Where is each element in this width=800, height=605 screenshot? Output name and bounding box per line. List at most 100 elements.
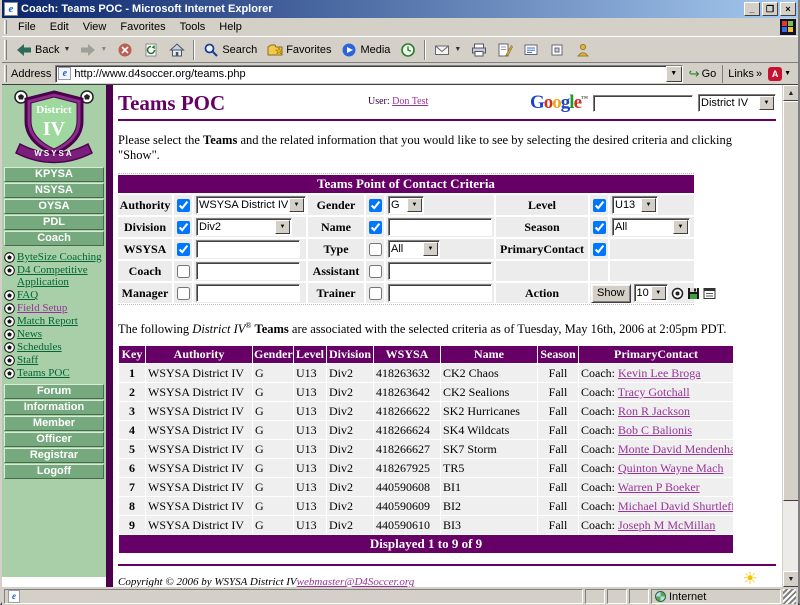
- sidebar-link-bytesize-coaching[interactable]: ByteSize Coaching: [17, 251, 102, 263]
- authority-select[interactable]: WSYSA District IV▼: [196, 196, 306, 214]
- scroll-up-icon[interactable]: ▲: [783, 85, 798, 101]
- menu-file[interactable]: File: [11, 19, 43, 35]
- contact-link[interactable]: Monte David Mendenhall: [618, 442, 733, 456]
- type-checkbox[interactable]: [369, 243, 382, 256]
- resize-grip[interactable]: [783, 589, 796, 604]
- sidebar-item-oysa[interactable]: OYSA: [4, 199, 104, 214]
- webmaster-link[interactable]: webmaster@D4Soccer.org: [297, 576, 415, 587]
- toolbar-home-button[interactable]: [164, 38, 190, 62]
- trainer-input[interactable]: [388, 284, 492, 302]
- toolbar-discuss-button[interactable]: [518, 38, 544, 62]
- level-select[interactable]: U13▼: [612, 196, 658, 214]
- scroll-down-icon[interactable]: ▼: [783, 571, 798, 587]
- toolbar-print-button[interactable]: [466, 38, 492, 62]
- primarycontact-checkbox[interactable]: [593, 243, 606, 256]
- toolbar-search-button[interactable]: Search: [198, 38, 262, 62]
- contact-link[interactable]: Tracy Gotchall: [618, 385, 690, 399]
- wsysa-checkbox[interactable]: [177, 243, 190, 256]
- address-dropdown-icon[interactable]: ▼: [666, 66, 682, 82]
- season-checkbox[interactable]: [593, 221, 606, 234]
- contact-link[interactable]: Warren P Boeker: [618, 480, 700, 494]
- sidebar-link-staff[interactable]: Staff: [17, 354, 38, 366]
- season-select[interactable]: All▼: [612, 218, 690, 236]
- sidebar-item-kpysa[interactable]: KPYSA: [4, 167, 104, 182]
- close-button[interactable]: ×: [780, 2, 796, 16]
- sidebar-link-faq[interactable]: FAQ: [17, 289, 38, 301]
- manager-input[interactable]: [196, 284, 300, 302]
- contact-link[interactable]: Ron R Jackson: [618, 404, 690, 418]
- address-input[interactable]: [74, 67, 665, 81]
- wsysa-input[interactable]: [196, 240, 300, 258]
- minimize-button[interactable]: _: [744, 2, 760, 16]
- toolbar-messenger-button[interactable]: [570, 38, 596, 62]
- assistant-input[interactable]: [388, 262, 492, 280]
- contact-link[interactable]: Michael David Shurtleff: [618, 499, 733, 513]
- division-select[interactable]: Div2▼: [196, 218, 292, 236]
- contact-link[interactable]: Bob C Balionis: [618, 423, 692, 437]
- show-button[interactable]: Show: [591, 284, 631, 303]
- toolbar-favorites-button[interactable]: Favorites: [262, 38, 336, 62]
- coach-checkbox[interactable]: [177, 265, 190, 278]
- authority-checkbox[interactable]: [177, 199, 190, 212]
- toolbar-forward-button[interactable]: ▼: [75, 38, 112, 62]
- level-checkbox[interactable]: [593, 199, 606, 212]
- sidebar-item-information[interactable]: Information: [4, 400, 104, 415]
- name-checkbox[interactable]: [369, 221, 382, 234]
- menu-help[interactable]: Help: [212, 19, 249, 35]
- sidebar-item-officer[interactable]: Officer: [4, 432, 104, 447]
- radio-mode-icon[interactable]: [671, 287, 684, 300]
- menu-view[interactable]: View: [76, 19, 114, 35]
- toolbar-history-button[interactable]: [395, 38, 421, 62]
- links-menu[interactable]: Links » A ▼: [722, 65, 796, 83]
- maximize-button[interactable]: ❐: [762, 2, 778, 16]
- trainer-checkbox[interactable]: [369, 287, 382, 300]
- save-icon[interactable]: [687, 287, 700, 300]
- sidebar-link-teams-poc[interactable]: Teams POC: [17, 367, 70, 379]
- contact-link[interactable]: Joseph M McMillan: [618, 518, 715, 532]
- coach-input[interactable]: [196, 262, 300, 280]
- menu-edit[interactable]: Edit: [43, 19, 76, 35]
- division-checkbox[interactable]: [177, 221, 190, 234]
- sidebar-item-nsysa[interactable]: NSYSA: [4, 183, 104, 198]
- name-input[interactable]: [388, 218, 492, 236]
- gender-select[interactable]: G▼: [388, 196, 424, 214]
- sidebar-item-registrar[interactable]: Registrar: [4, 448, 104, 463]
- sidebar-item-logoff[interactable]: Logoff: [4, 464, 104, 479]
- menu-tools[interactable]: Tools: [173, 19, 213, 35]
- sidebar-item-coach[interactable]: Coach: [4, 231, 104, 246]
- toolbar-grip[interactable]: [4, 40, 7, 60]
- sidebar-link-news[interactable]: News: [17, 328, 42, 340]
- sidebar-item-member[interactable]: Member: [4, 416, 104, 431]
- toolbar-media-button[interactable]: Media: [336, 38, 395, 62]
- toolbar-folders-button[interactable]: [544, 38, 570, 62]
- toolbar-refresh-button[interactable]: [138, 38, 164, 62]
- google-search-input[interactable]: [593, 95, 693, 112]
- google-region-select[interactable]: District IV ▼: [698, 94, 776, 112]
- contact-link[interactable]: Quinton Wayne Mach: [618, 461, 723, 475]
- sidebar-item-pdl[interactable]: PDL: [4, 215, 104, 230]
- adobe-icon[interactable]: A: [768, 67, 782, 81]
- sidebar-item-forum[interactable]: Forum: [4, 384, 104, 399]
- page-size-select[interactable]: 10▼: [634, 284, 668, 302]
- menu-favorites[interactable]: Favorites: [113, 19, 172, 35]
- user-link[interactable]: Don Test: [392, 96, 428, 107]
- type-select[interactable]: All▼: [388, 240, 440, 258]
- toolbar-grip[interactable]: [4, 65, 7, 82]
- sidebar-link-match-report[interactable]: Match Report: [17, 315, 78, 327]
- toolbar-mail-button[interactable]: ▼: [429, 38, 466, 62]
- sidebar-link-d4-competitive-application[interactable]: D4 Competitive Application: [17, 264, 105, 288]
- vertical-scrollbar[interactable]: ▲ ▼: [782, 85, 798, 587]
- toolbar-stop-button[interactable]: [112, 38, 138, 62]
- scrollbar-thumb[interactable]: [783, 101, 798, 501]
- sidebar-link-field-setup[interactable]: Field Setup: [17, 302, 67, 314]
- assistant-checkbox[interactable]: [369, 265, 382, 278]
- go-button[interactable]: ↪ Go: [683, 66, 723, 82]
- list-view-icon[interactable]: [703, 287, 716, 300]
- toolbar-grip[interactable]: [4, 20, 7, 34]
- sidebar-link-schedules[interactable]: Schedules: [17, 341, 62, 353]
- toolbar-edit-button[interactable]: [492, 38, 518, 62]
- manager-checkbox[interactable]: [177, 287, 190, 300]
- gender-checkbox[interactable]: [369, 199, 382, 212]
- contact-link[interactable]: Kevin Lee Broga: [618, 366, 701, 380]
- toolbar-back-button[interactable]: Back▼: [11, 38, 75, 62]
